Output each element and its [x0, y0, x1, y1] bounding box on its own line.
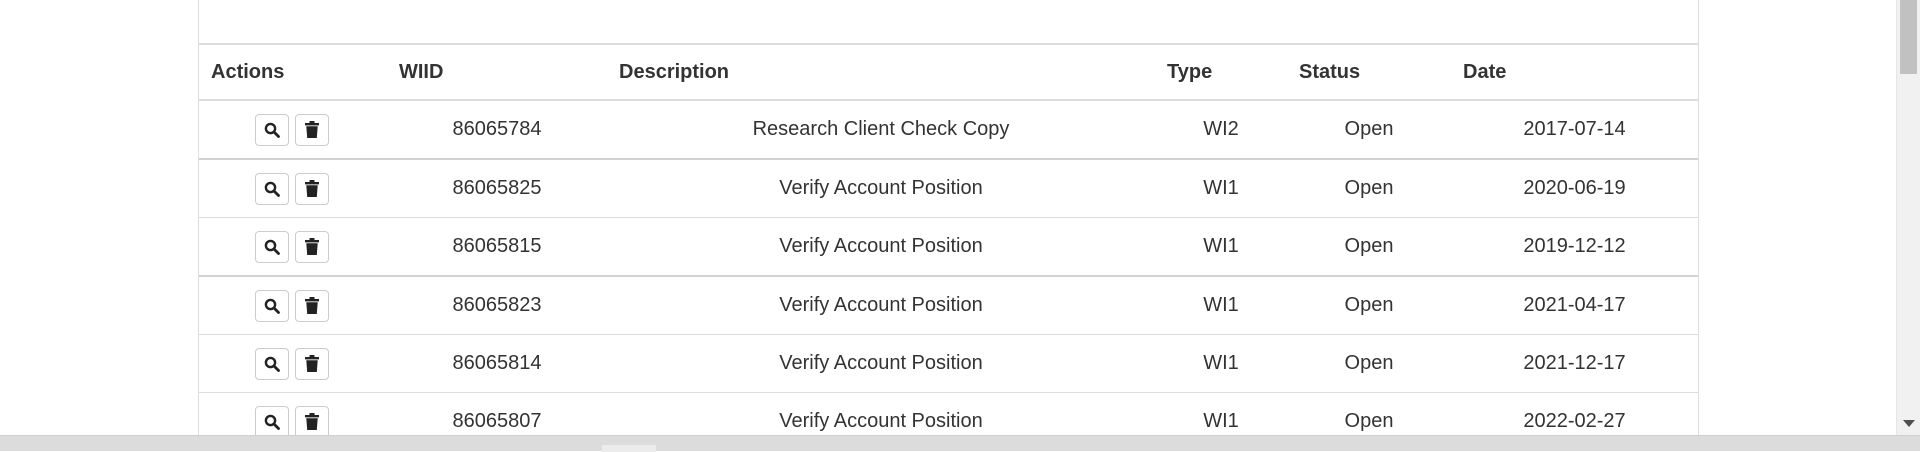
- scroll-down-arrow-icon[interactable]: [1903, 420, 1915, 427]
- cell-type: WI1: [1155, 217, 1287, 276]
- search-icon: [264, 181, 280, 197]
- row-action-buttons: [255, 347, 329, 380]
- cell-status: Open: [1287, 158, 1451, 218]
- view-button[interactable]: [255, 289, 289, 322]
- trash-icon: [305, 297, 319, 314]
- cell-description: Verify Account Position: [607, 158, 1155, 218]
- cell-date: 2017-07-14: [1451, 99, 1698, 159]
- trash-icon: [305, 355, 319, 372]
- search-icon: [264, 239, 280, 255]
- row-actions: [199, 158, 387, 218]
- search-icon: [264, 414, 280, 430]
- view-button[interactable]: [255, 172, 289, 205]
- cell-status: Open: [1287, 217, 1451, 276]
- table-row: 86065814 Verify Account Position WI1 Open 20…: [199, 334, 1698, 393]
- cell-description: Verify Account Position: [607, 217, 1155, 276]
- search-icon: [264, 356, 280, 372]
- search-icon: [264, 122, 280, 138]
- table-row: 86065823 Verify Account Position WI1 Open 20…: [199, 275, 1698, 335]
- cell-wiid: 86065814: [387, 334, 607, 393]
- trash-icon: [305, 121, 319, 138]
- page-viewport: Actions WIID Description Type Status Dat…: [0, 0, 1896, 435]
- cell-status: Open: [1287, 392, 1451, 435]
- cell-description: Research Client Check Copy: [607, 99, 1155, 159]
- row-action-buttons: [255, 113, 329, 146]
- cell-type: WI1: [1155, 392, 1287, 435]
- cell-date: 2020-06-19: [1451, 158, 1698, 218]
- table-row: 86065825 Verify Account Position WI1 Open 20…: [199, 158, 1698, 218]
- delete-button[interactable]: [295, 405, 329, 435]
- view-button[interactable]: [255, 230, 289, 263]
- cell-date: 2021-04-17: [1451, 275, 1698, 335]
- row-action-buttons: [255, 289, 329, 322]
- row-actions: [199, 275, 387, 335]
- cell-description: Verify Account Position: [607, 334, 1155, 393]
- cell-wiid: 86065823: [387, 275, 607, 335]
- work-items-table: Actions WIID Description Type Status Dat…: [199, 45, 1698, 435]
- view-button[interactable]: [255, 405, 289, 435]
- work-items-panel: Actions WIID Description Type Status Dat…: [198, 0, 1699, 435]
- trash-icon: [305, 413, 319, 430]
- cell-date: 2022-02-27: [1451, 392, 1698, 435]
- header-wiid[interactable]: WIID: [387, 45, 607, 101]
- search-icon: [264, 298, 280, 314]
- cell-status: Open: [1287, 334, 1451, 393]
- table-header-row: Actions WIID Description Type Status Dat…: [199, 45, 1698, 101]
- header-status[interactable]: Status: [1287, 45, 1451, 101]
- cell-type: WI1: [1155, 158, 1287, 218]
- cell-wiid: 86065784: [387, 99, 607, 159]
- delete-button[interactable]: [295, 172, 329, 205]
- vertical-scrollbar-thumb[interactable]: [1900, 0, 1917, 74]
- cell-description: Verify Account Position: [607, 392, 1155, 435]
- cell-status: Open: [1287, 275, 1451, 335]
- table-row: 86065784 Research Client Check Copy WI2 Ope…: [199, 99, 1698, 159]
- cell-date: 2021-12-17: [1451, 334, 1698, 393]
- header-date[interactable]: Date: [1451, 45, 1698, 101]
- horizontal-scrollbar[interactable]: [0, 435, 1920, 452]
- trash-icon: [305, 180, 319, 197]
- delete-button[interactable]: [295, 347, 329, 380]
- header-description[interactable]: Description: [607, 45, 1155, 101]
- cell-wiid: 86065815: [387, 217, 607, 276]
- row-actions: [199, 334, 387, 393]
- vertical-scrollbar[interactable]: [1896, 0, 1920, 435]
- cell-type: WI2: [1155, 99, 1287, 159]
- cell-type: WI1: [1155, 275, 1287, 335]
- view-button[interactable]: [255, 113, 289, 146]
- delete-button[interactable]: [295, 230, 329, 263]
- row-action-buttons: [255, 172, 329, 205]
- cell-status: Open: [1287, 99, 1451, 159]
- header-type[interactable]: Type: [1155, 45, 1287, 101]
- row-actions: [199, 99, 387, 159]
- row-actions: [199, 392, 387, 435]
- cell-type: WI1: [1155, 334, 1287, 393]
- cell-description: Verify Account Position: [607, 275, 1155, 335]
- row-action-buttons: [255, 405, 329, 435]
- delete-button[interactable]: [295, 113, 329, 146]
- cell-wiid: 86065825: [387, 158, 607, 218]
- delete-button[interactable]: [295, 289, 329, 322]
- view-button[interactable]: [255, 347, 289, 380]
- cell-wiid: 86065807: [387, 392, 607, 435]
- header-actions[interactable]: Actions: [199, 45, 387, 101]
- cell-date: 2019-12-12: [1451, 217, 1698, 276]
- table-row: 86065815 Verify Account Position WI1 Open 20…: [199, 217, 1698, 276]
- row-action-buttons: [255, 230, 329, 263]
- row-actions: [199, 217, 387, 276]
- table-row: 86065807 Verify Account Position WI1 Open 20…: [199, 392, 1698, 435]
- trash-icon: [305, 238, 319, 255]
